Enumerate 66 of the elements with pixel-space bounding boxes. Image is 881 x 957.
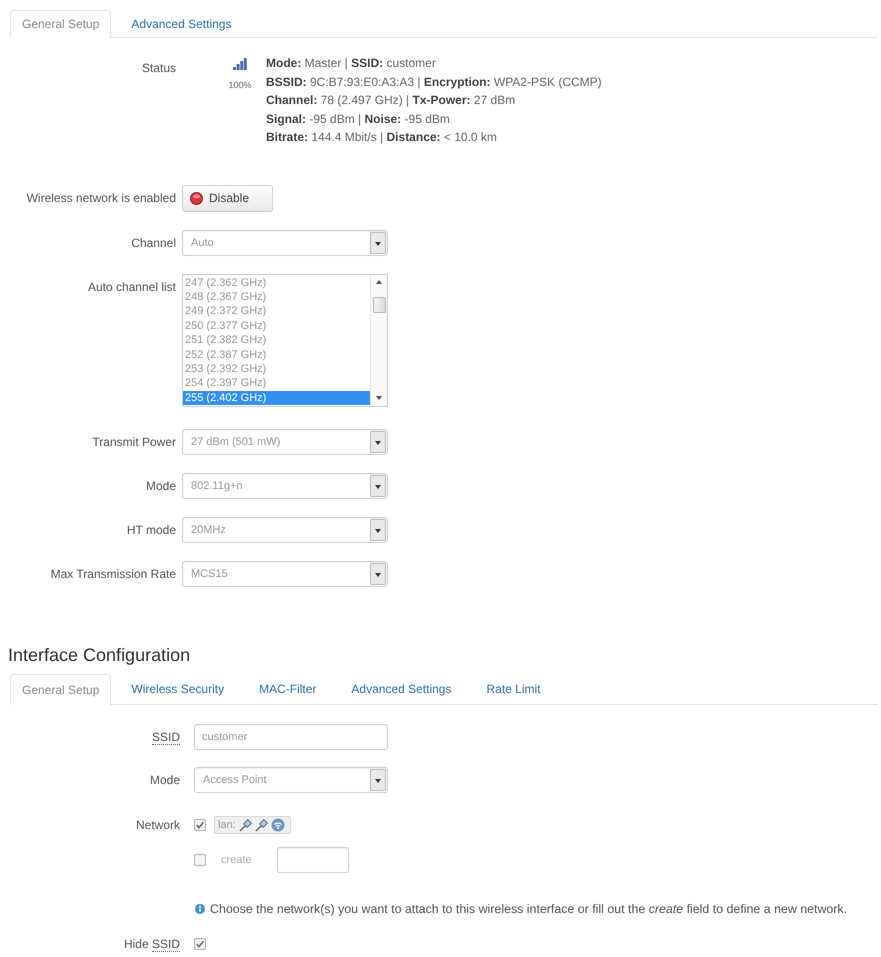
field-label: Mode: [144, 478, 176, 494]
caret-icon: [370, 474, 386, 496]
list-option[interactable]: 255 (2.402 GHz): [183, 390, 370, 406]
tab[interactable]: Advanced Settings: [116, 10, 246, 37]
dropdown[interactable]: 27 dBm (501 mW): [182, 428, 388, 454]
info-icon: [195, 904, 205, 914]
disable-button[interactable]: Disable: [182, 184, 273, 212]
signal-percentage: 100%: [228, 79, 252, 92]
list-option[interactable]: 252 (2.387 GHz): [183, 348, 370, 362]
field-label: Auto channel list: [86, 278, 176, 296]
dropdown[interactable]: Access Point: [194, 766, 388, 792]
tab[interactable]: Advanced Settings: [336, 674, 466, 704]
list-option[interactable]: 250 (2.377 GHz): [183, 318, 370, 334]
tab[interactable]: MAC-Filter: [244, 674, 332, 704]
help-text: Choose the network(s) you want to attach to this wireless interface or fill out the create field to define a new network.: [210, 902, 848, 916]
tab[interactable]: Rate Limit: [471, 674, 556, 704]
caret-icon: [370, 430, 386, 452]
dropdown[interactable]: 802.11g+n: [182, 472, 388, 498]
list-option[interactable]: 249 (2.372 GHz): [183, 304, 370, 319]
scrollbar-thumb[interactable]: [372, 296, 386, 312]
caret-icon: [370, 768, 386, 790]
tab[interactable]: General Setup: [10, 10, 112, 38]
field-label: HT mode: [126, 522, 176, 538]
field-label: Channel: [130, 234, 176, 252]
dropdown[interactable]: 20MHz: [182, 516, 388, 542]
field-label: Transmit Power: [91, 434, 176, 450]
plug-icon: [238, 818, 253, 832]
checkbox[interactable]: [194, 938, 206, 950]
caret-icon: [370, 518, 386, 540]
create-label: create: [221, 854, 252, 866]
status-line: BSSID: 9C:B7:93:E0:A3:A3 | Encryption: WPA2-PSK (CCMP): [266, 74, 602, 90]
section-title: Interface Configuration: [8, 644, 192, 666]
checkbox[interactable]: [194, 818, 206, 830]
status-line: Mode: Master | SSID: customer: [266, 55, 437, 72]
input-field[interactable]: [276, 846, 349, 872]
wifi-icon: [270, 818, 285, 832]
network-name: lan:: [218, 818, 236, 830]
field-label: Wireless network is enabled: [26, 190, 176, 206]
tab[interactable]: Wireless Security: [116, 674, 240, 704]
dropdown[interactable]: Auto: [182, 230, 388, 256]
status-line: Channel: 78 (2.497 GHz) | Tx-Power: 27 dBm: [266, 92, 516, 109]
caret-icon: [370, 562, 386, 584]
status-line: Signal: -95 dBm | Noise: -95 dBm: [266, 110, 451, 128]
scroll-up-icon[interactable]: [376, 280, 382, 284]
field-label: SSID: [150, 728, 180, 746]
list-option[interactable]: 247 (2.362 GHz): [183, 276, 370, 290]
list-option[interactable]: 248 (2.367 GHz): [183, 290, 370, 304]
checkbox[interactable]: [194, 854, 206, 866]
field-label: Status: [140, 60, 176, 77]
circle-icon: [190, 192, 203, 204]
signal-bars-icon: [233, 58, 247, 70]
listbox[interactable]: 247 (2.362 GHz) 248 (2.367 GHz) 249 (2.372 GHz) 250 (2.377 GHz) 251 (2.382 GHz) 252 (2.387 GHz) 253 (2.392 GHz) 254 (2.397 GHz) 255 (2.402 GHz): [182, 274, 388, 406]
text-field[interactable]: customer: [194, 724, 388, 750]
status-line: Bitrate: 144.4 Mbit/s | Distance: < 10.0 km: [266, 129, 498, 146]
field-label: Hide SSID: [122, 936, 180, 950]
dropdown[interactable]: MCS15: [182, 560, 388, 586]
field-label: Network: [134, 816, 180, 834]
field-label: Mode: [148, 772, 180, 788]
list-option[interactable]: 254 (2.397 GHz): [183, 376, 370, 391]
tab[interactable]: General Setup: [10, 674, 112, 704]
scroll-down-icon[interactable]: [376, 396, 382, 400]
caret-icon: [370, 232, 386, 254]
list-option[interactable]: 251 (2.382 GHz): [183, 333, 370, 348]
field-label: Max Transmission Rate: [50, 566, 176, 582]
list-option[interactable]: 253 (2.392 GHz): [183, 362, 370, 376]
plug-icon: [254, 818, 269, 832]
